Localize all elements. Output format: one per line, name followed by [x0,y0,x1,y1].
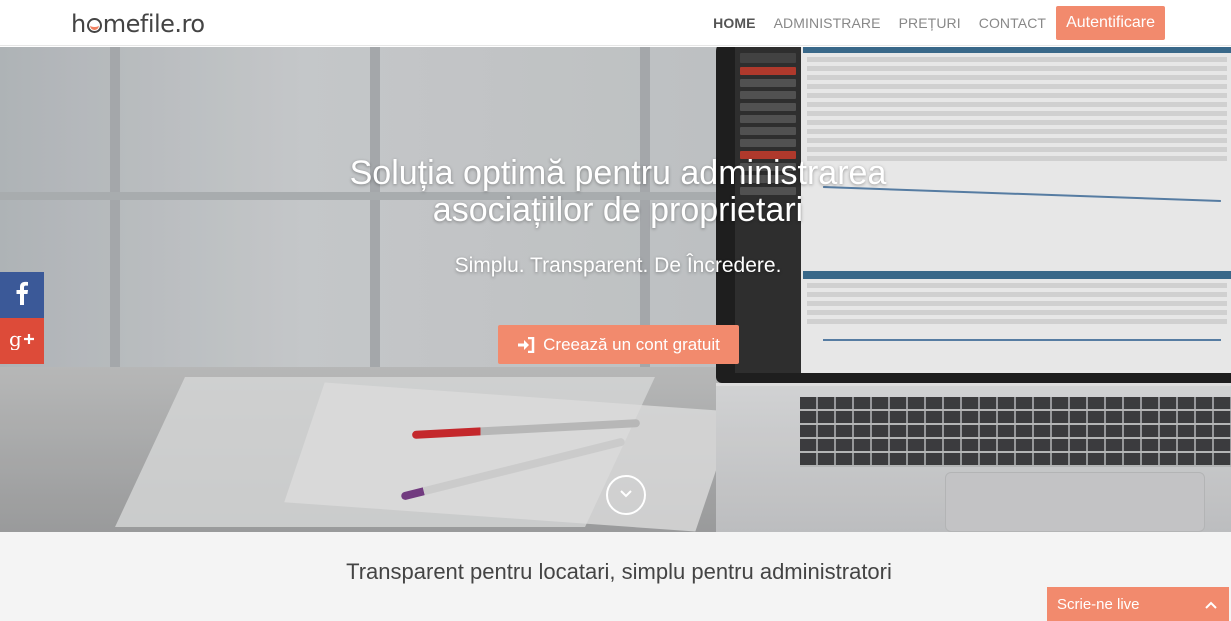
hero: Soluția optimă pentru administrarea asoc… [0,47,1231,532]
logo-o-icon [86,17,102,33]
scroll-down-button[interactable] [606,475,646,515]
google-plus-icon: g [9,327,35,355]
nav-links: HOME ADMINISTRARE PREȚURI CONTACT Autent… [707,0,1231,46]
navbar: h mefile.ro HOME ADMINISTRARE PREȚURI CON… [0,0,1231,46]
facebook-icon [15,281,29,310]
nav-preturi[interactable]: PREȚURI [893,15,967,31]
logo-text-post: mefile.ro [102,10,205,38]
nav-home[interactable]: HOME [707,15,761,31]
chevron-down-icon [619,486,633,504]
hero-overlay [0,47,1231,532]
logo[interactable]: h mefile.ro [71,9,205,39]
live-chat-label: Scrie-ne live [1057,595,1140,613]
logo-text-pre: h [71,10,86,38]
nav-administrare[interactable]: ADMINISTRARE [768,15,887,31]
nav-contact[interactable]: CONTACT [973,15,1052,31]
hero-subtitle: Simplu. Transparent. De Încredere. [454,254,782,277]
chevron-up-icon [1205,596,1217,613]
hero-title: Soluția optimă pentru administrarea asoc… [300,155,936,229]
svg-text:g: g [9,328,22,350]
section-title: Transparent pentru locatari, simplu pent… [346,559,892,584]
sign-in-icon [517,336,535,353]
hero-title-line: asociațiilor de proprietari [432,191,804,229]
create-account-button[interactable]: Creează un cont gratuit [498,325,739,364]
facebook-share-button[interactable] [0,272,44,318]
login-button[interactable]: Autentificare [1056,6,1165,40]
live-chat-button[interactable]: Scrie-ne live [1047,587,1229,621]
hero-title-line: Soluția optimă pentru administrarea [349,154,887,192]
create-account-label: Creează un cont gratuit [543,334,720,354]
google-plus-share-button[interactable]: g [0,318,44,364]
